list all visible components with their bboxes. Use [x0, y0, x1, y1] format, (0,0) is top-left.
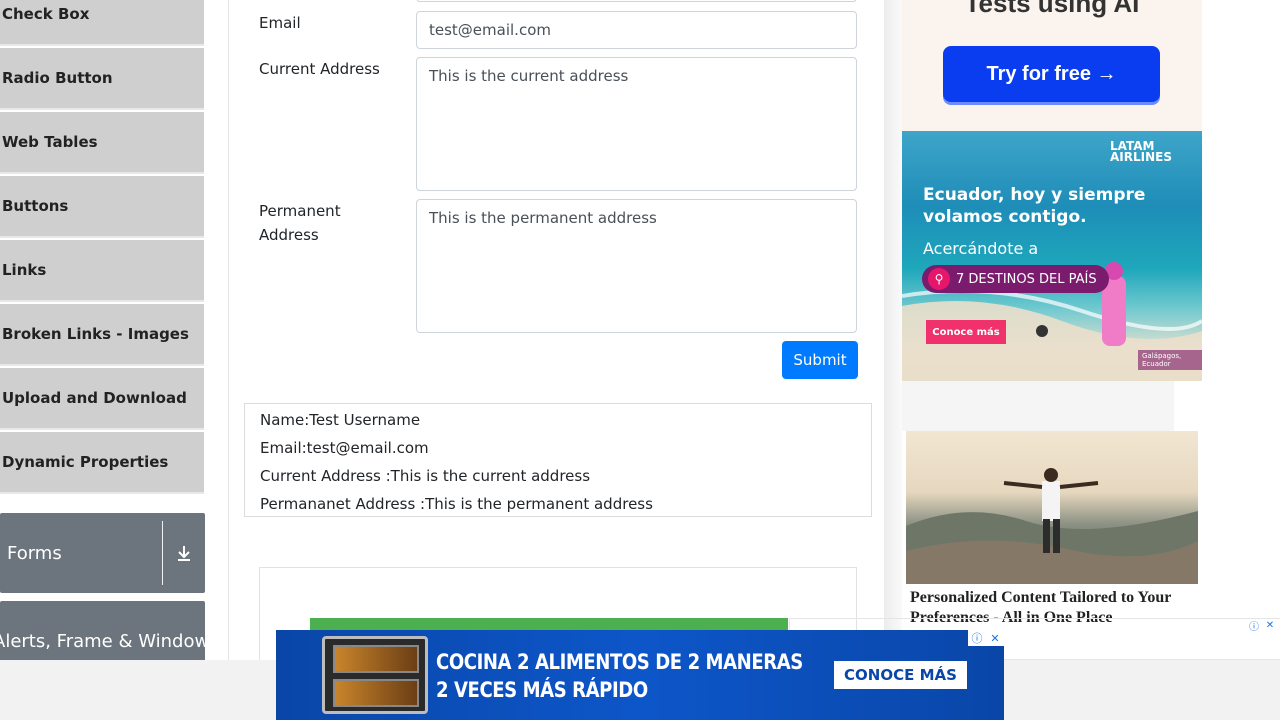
- ad-person-image[interactable]: [906, 431, 1198, 584]
- page: Check Box Radio Button Web Tables Button…: [0, 0, 1280, 720]
- output-email: Email:test@email.com: [260, 439, 429, 457]
- output-current-address: Current Address :This is the current add…: [260, 467, 591, 485]
- close-icon[interactable]: ✕: [1263, 618, 1277, 632]
- sidebar-item-web-tables[interactable]: Web Tables: [0, 112, 204, 174]
- group-label: Alerts, Frame & Windows: [0, 630, 219, 652]
- download-arrow-icon: [163, 544, 205, 562]
- ad-info-icon[interactable]: ⓘ: [968, 630, 986, 646]
- sidebar-item-label: Dynamic Properties: [2, 453, 169, 471]
- ad-heading: Tests using AI: [964, 0, 1140, 18]
- ad-pattern-background: [902, 381, 1174, 431]
- bottom-ad-headline: COCINA 2 ALIMENTOS DE 2 MANERAS 2 VECES …: [436, 648, 803, 704]
- ad-info-icon[interactable]: ⓘ: [1247, 618, 1261, 633]
- ad-controls: ⓘ ✕: [1247, 618, 1280, 634]
- sidebar-item-label: Upload and Download: [2, 389, 187, 407]
- mountain-person-image: [906, 468, 1198, 584]
- sidebar-item-label: Broken Links - Images: [2, 325, 189, 343]
- latam-destinations-pill: ⚲ 7 DESTINOS DEL PAÍS: [922, 265, 1109, 293]
- location-pin-icon: ⚲: [928, 268, 950, 290]
- email-field[interactable]: test@email.com: [416, 11, 857, 49]
- sidebar-item-radio-button[interactable]: Radio Button: [0, 48, 204, 110]
- email-label: Email: [259, 14, 301, 32]
- sidebar-item-links[interactable]: Links: [0, 240, 204, 302]
- sidebar-item-buttons[interactable]: Buttons: [0, 176, 204, 238]
- content-divider: [228, 0, 229, 720]
- latam-line-1: Ecuador, hoy y siempre: [923, 185, 1146, 205]
- sidebar-item-broken-links[interactable]: Broken Links - Images: [0, 304, 204, 366]
- ad-try-for-free[interactable]: Tests using AI Try for free →: [902, 0, 1202, 131]
- close-icon[interactable]: ✕: [986, 630, 1004, 646]
- submit-button[interactable]: Submit: [782, 341, 858, 379]
- sidebar-item-upload-download[interactable]: Upload and Download: [0, 368, 204, 430]
- group-label: Forms: [7, 542, 62, 564]
- latam-pill-label: 7 DESTINOS DEL PAÍS: [956, 271, 1097, 287]
- sidebar-item-label: Check Box: [2, 5, 90, 23]
- current-address-label: Current Address: [259, 60, 380, 78]
- bottom-ad-controls: ⓘ ✕: [968, 630, 1004, 646]
- output-name: Name:Test Username: [260, 411, 421, 429]
- bottom-ad-banner[interactable]: COCINA 2 ALIMENTOS DE 2 MANERAS 2 VECES …: [276, 630, 1004, 720]
- sidebar-item-label: Links: [2, 261, 47, 279]
- current-address-field[interactable]: This is the current address: [416, 57, 857, 191]
- sidebar-group-forms[interactable]: Forms: [0, 513, 205, 593]
- name-field[interactable]: [416, 0, 857, 2]
- permanent-address-label: Permanent Address: [259, 202, 341, 244]
- bottom-ad-line-2: 2 VECES MÁS RÁPIDO: [436, 678, 648, 702]
- sidebar-item-dynamic-properties[interactable]: Dynamic Properties: [0, 432, 204, 494]
- latam-subline: Acercándote a: [923, 239, 1039, 258]
- ad-latam[interactable]: LATAM AIRLINES Ecuador, hoy y siempre vo…: [902, 131, 1202, 381]
- bottom-ad-line-1: COCINA 2 ALIMENTOS DE 2 MANERAS: [436, 650, 803, 674]
- output-permanent-address: Permananet Address :This is the permanen…: [260, 495, 653, 513]
- latam-cta-button[interactable]: Conoce más: [926, 320, 1006, 344]
- try-for-free-button[interactable]: Try for free →: [943, 46, 1160, 102]
- column-shadow: [884, 0, 902, 660]
- latam-logo: LATAM AIRLINES: [1110, 139, 1172, 164]
- bottom-ad-cta-button[interactable]: CONOCE MÁS: [834, 661, 967, 689]
- output-panel: Name:Test Username Email:test@email.com …: [244, 403, 872, 517]
- latam-location: Galápagos, Ecuador: [1138, 350, 1202, 370]
- latam-line-2: volamos contigo.: [923, 207, 1087, 227]
- oven-image: [322, 636, 428, 714]
- sidebar-item-label: Web Tables: [2, 133, 98, 151]
- latam-headline: Ecuador, hoy y siempre volamos contigo.: [923, 184, 1145, 228]
- permanent-address-field[interactable]: This is the permanent address: [416, 199, 857, 333]
- sidebar-item-label: Buttons: [2, 197, 69, 215]
- sidebar-item-check-box[interactable]: Check Box: [0, 0, 204, 46]
- sidebar-item-label: Radio Button: [2, 69, 113, 87]
